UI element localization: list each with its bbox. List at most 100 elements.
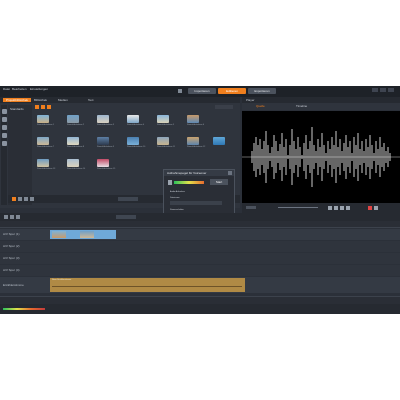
player-transport (242, 203, 400, 213)
tab-exportieren[interactable]: Exportieren (248, 88, 276, 94)
media-thumb[interactable] (187, 115, 199, 123)
media-thumb-label: Strand Aufnahme 5 (157, 124, 175, 126)
level-meter (174, 181, 204, 184)
track-row: A/V Spur (4) (0, 265, 400, 276)
library-pane: Standards Strand Aufnahme 1 Strand Aufna… (0, 103, 240, 217)
video-icon[interactable] (2, 117, 7, 122)
grid-icon[interactable] (24, 197, 28, 201)
tab-quelle[interactable]: Quelle (256, 104, 265, 108)
track-label: Erzählerstimme (3, 283, 24, 287)
fullscreen-icon[interactable] (374, 206, 378, 210)
start-button[interactable]: Start (210, 179, 228, 185)
media-thumb-label: Strand Aufnahme 6 (187, 124, 205, 126)
media-thumb[interactable] (97, 115, 109, 123)
scissors-icon[interactable] (4, 215, 8, 219)
microphone-icon (168, 180, 172, 185)
media-thumb[interactable] (157, 137, 169, 145)
media-thumb-label: Strand Aufnahme 10 (127, 146, 146, 148)
rewind-icon[interactable] (328, 206, 332, 210)
marker-icon[interactable] (16, 215, 20, 219)
media-thumb[interactable] (187, 137, 199, 145)
filename-field[interactable] (170, 201, 222, 205)
audio-clip-wave (52, 286, 242, 287)
media-thumb[interactable] (127, 115, 139, 123)
track-label: A/V Spur (4) (3, 268, 20, 272)
voiceover-dialog: Aufnahmepegel für Voiceover Start Audio-… (163, 169, 235, 217)
track-row: A/V Spur (1) (0, 229, 400, 240)
zoom-icon[interactable] (30, 197, 34, 201)
tab-medien[interactable]: Medien (58, 98, 68, 102)
tab-text[interactable]: Text (88, 98, 94, 102)
media-thumb[interactable] (67, 115, 79, 123)
media-thumb-label: Strand Aufnahme 14 (67, 168, 86, 170)
media-thumb-label: Strand Aufnahme 7 (37, 146, 55, 148)
loop-icon[interactable] (346, 206, 350, 210)
scrub-bar[interactable] (278, 207, 318, 208)
tab-bibliothek[interactable]: Bibliothek (34, 98, 47, 102)
status-bar (0, 304, 400, 314)
media-thumb[interactable] (67, 137, 79, 145)
media-thumb[interactable] (127, 137, 139, 145)
track-row: Erzählerstimme Neue Erzählerstimme (0, 277, 400, 293)
audio-icon[interactable] (2, 133, 7, 138)
tab-timeline[interactable]: Timeline (296, 104, 307, 108)
media-thumb[interactable] (97, 137, 109, 145)
media-thumb[interactable] (37, 115, 49, 123)
search-input[interactable] (215, 105, 233, 109)
media-thumb[interactable] (67, 159, 79, 167)
trash-icon[interactable] (10, 215, 14, 219)
media-thumb-label: Strand Aufnahme 3 (97, 124, 115, 126)
media-thumb-label: Strand Aufnahme 1 (37, 124, 55, 126)
video-clip[interactable] (50, 230, 116, 239)
dialog-row-1: Audio-Aufnahme (170, 191, 185, 193)
media-thumb[interactable] (213, 137, 225, 145)
play-icon[interactable] (334, 206, 338, 210)
audio-clip[interactable]: Neue Erzählerstimme (50, 278, 245, 292)
tree-item-standards[interactable]: Standards (10, 107, 24, 111)
menu-bearbeiten[interactable]: Bearbeiten (12, 87, 27, 91)
player-tabs: Quelle Timeline (242, 103, 400, 110)
list-icon[interactable] (18, 197, 22, 201)
forward-icon[interactable] (340, 206, 344, 210)
close-icon[interactable] (388, 88, 394, 92)
audio-clip-title: Neue Erzählerstimme (52, 279, 72, 281)
menu-einstellungen[interactable]: Einstellungen (30, 87, 48, 91)
media-thumb[interactable] (37, 159, 49, 167)
media-thumb-label: Strand Aufnahme 15 (97, 168, 116, 170)
home-icon[interactable] (178, 89, 182, 93)
minimize-icon[interactable] (372, 88, 378, 92)
tab-editieren[interactable]: Editieren (218, 88, 246, 94)
media-thumb-label: Strand Aufnahme 2 (67, 124, 85, 126)
media-thumb-label: Strand Aufnahme 9 (97, 146, 115, 148)
dialog-row-2: Dateiname (170, 197, 180, 199)
view-icon[interactable] (47, 105, 51, 109)
sort-icon[interactable] (41, 105, 45, 109)
track-label: A/V Spur (1) (3, 232, 20, 236)
clip-thumb (80, 231, 94, 238)
timecode-field[interactable] (246, 206, 256, 209)
video-editor-app: Datei Bearbeiten Einstellungen Importier… (0, 86, 400, 314)
menu-datei[interactable]: Datei (3, 87, 10, 91)
title-icon[interactable] (2, 141, 7, 146)
player-title: Player (246, 98, 255, 102)
tab-projektbibliothek[interactable]: Projektbibliothek (3, 98, 31, 102)
media-thumb-label: Strand Aufnahme 12 (187, 146, 206, 148)
record-icon[interactable] (368, 206, 372, 210)
dialog-close-icon[interactable] (228, 171, 232, 175)
add-icon[interactable] (12, 197, 16, 201)
media-thumb[interactable] (97, 159, 109, 167)
folder-icon[interactable] (2, 109, 7, 114)
tab-importieren[interactable]: Importieren (188, 88, 216, 94)
photo-icon[interactable] (2, 125, 7, 130)
media-thumb[interactable] (157, 115, 169, 123)
filter-icon[interactable] (35, 105, 39, 109)
zoom-slider[interactable] (118, 197, 138, 201)
timeline-toolbar (0, 213, 400, 221)
dialog-title: Aufnahmepegel für Voiceover (167, 171, 207, 175)
timeline-mode-select[interactable] (116, 215, 136, 219)
media-thumb-label: Strand Aufnahme 4 (127, 124, 145, 126)
media-thumb[interactable] (37, 137, 49, 145)
bottom-ruler (0, 296, 400, 304)
media-thumb-label: Strand Aufnahme 8 (67, 146, 85, 148)
maximize-icon[interactable] (380, 88, 386, 92)
